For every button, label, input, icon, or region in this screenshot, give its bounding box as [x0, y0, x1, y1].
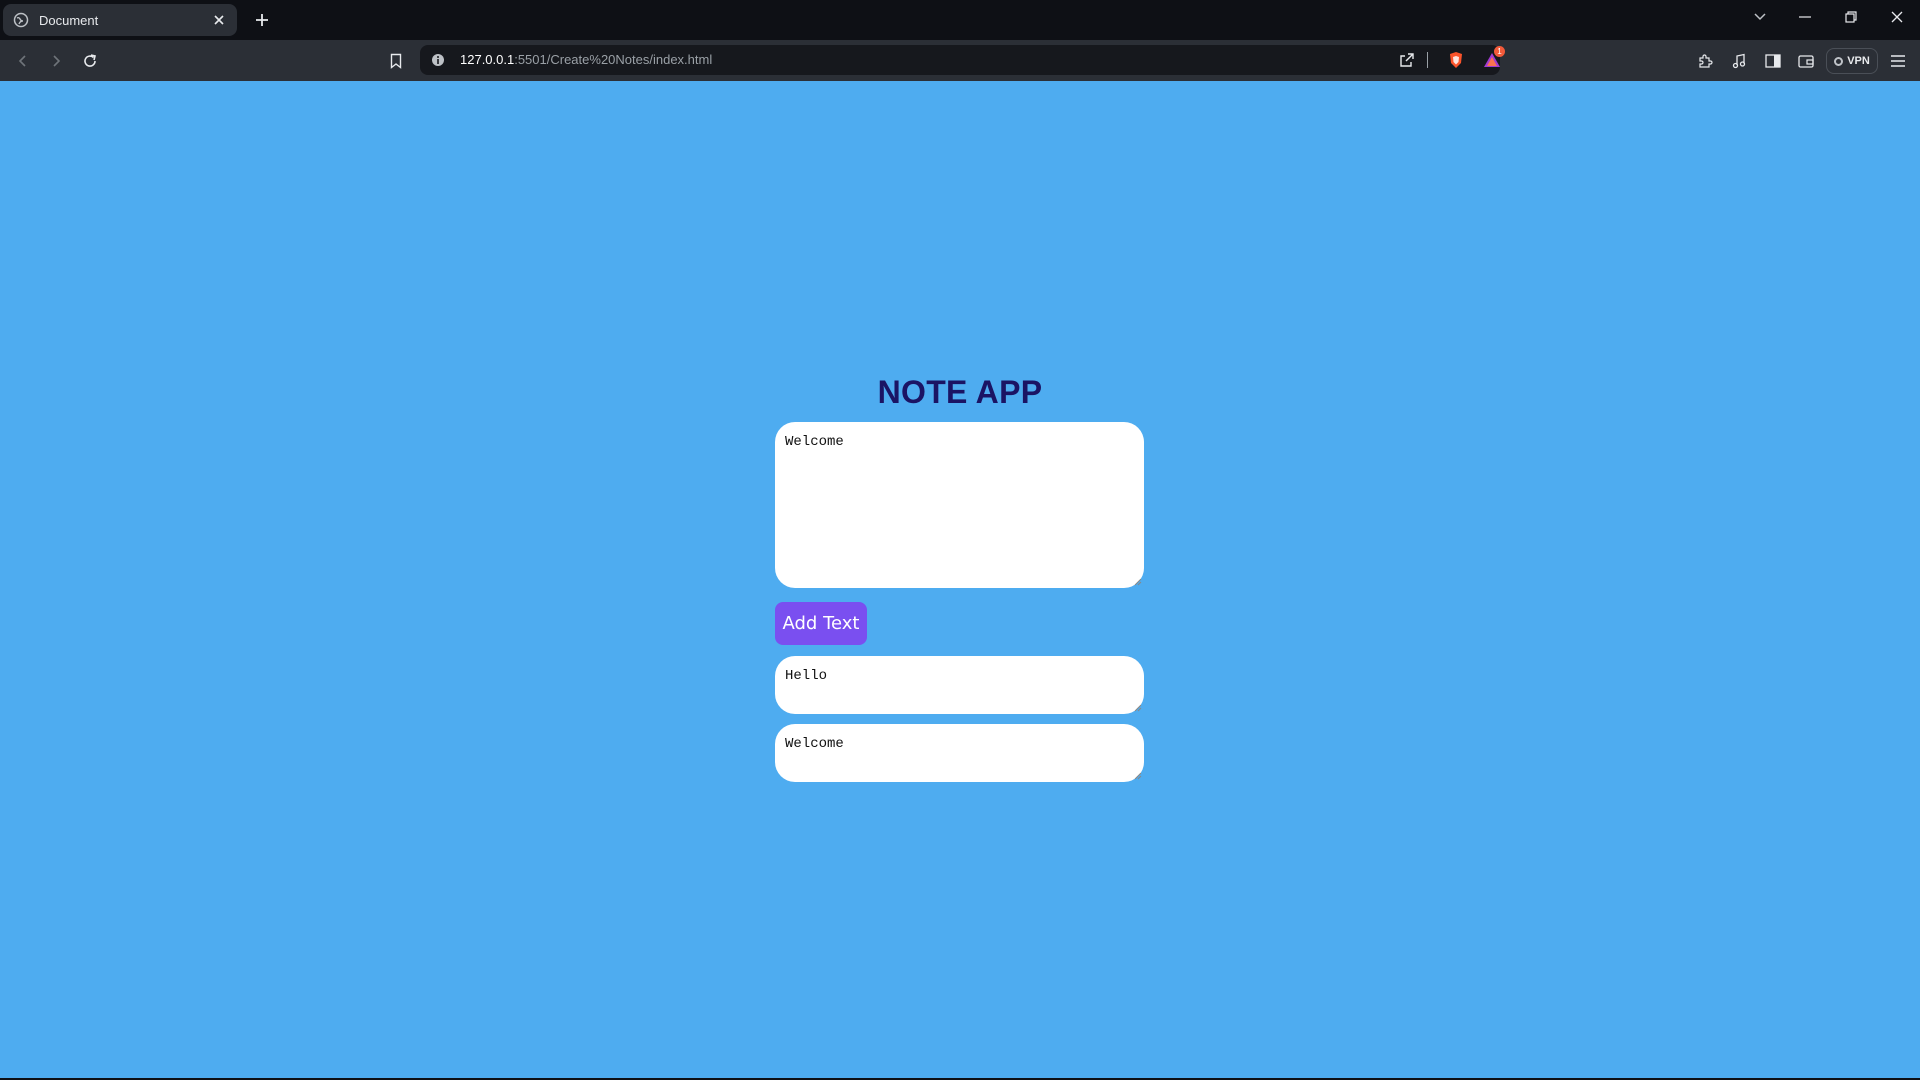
bookmark-icon[interactable]: [385, 50, 407, 72]
sidebar-toggle-icon[interactable]: [1762, 50, 1784, 72]
share-icon[interactable]: [1398, 51, 1416, 69]
rewards-badge: 1: [1494, 46, 1505, 57]
address-bar-divider: [1427, 52, 1428, 68]
vpn-button[interactable]: VPN: [1826, 48, 1878, 74]
media-music-icon[interactable]: [1728, 50, 1750, 72]
brave-shields-icon[interactable]: [1447, 50, 1465, 70]
vpn-label: VPN: [1847, 55, 1870, 67]
forward-arrow-icon[interactable]: [45, 50, 67, 72]
tab-search-chevron-icon[interactable]: [1740, 4, 1780, 30]
note-item-1[interactable]: Hello: [775, 656, 1144, 714]
url-host: 127.0.0.1: [460, 52, 515, 67]
close-window-icon[interactable]: [1877, 4, 1917, 30]
vpn-status-icon: [1834, 56, 1844, 66]
tab-close-icon[interactable]: [211, 12, 227, 28]
browser-toolbar: 127.0.0.1:5501/Create%20Notes/index.html…: [0, 40, 1920, 81]
restore-icon[interactable]: [1831, 4, 1871, 30]
url-path: :5501/Create%20Notes/index.html: [514, 52, 713, 67]
new-tab-plus-icon[interactable]: [252, 10, 272, 30]
site-info-icon[interactable]: [430, 52, 446, 68]
wallet-icon[interactable]: [1795, 50, 1817, 72]
add-text-button[interactable]: Add Text: [775, 602, 867, 645]
address-bar[interactable]: 127.0.0.1:5501/Create%20Notes/index.html…: [420, 45, 1505, 75]
minimize-icon[interactable]: [1785, 4, 1825, 30]
url-text[interactable]: 127.0.0.1:5501/Create%20Notes/index.html: [460, 52, 712, 67]
page-title: NOTE APP: [877, 374, 1043, 410]
main-note-input[interactable]: Welcome: [775, 422, 1144, 588]
reload-icon[interactable]: [79, 50, 101, 72]
back-arrow-icon[interactable]: [12, 50, 34, 72]
note-item-2[interactable]: Welcome: [775, 724, 1144, 782]
browser-tab-document[interactable]: Document: [3, 4, 237, 36]
main-menu-hamburger-icon[interactable]: [1887, 50, 1909, 72]
extensions-puzzle-icon[interactable]: [1694, 50, 1716, 72]
globe-icon: [13, 12, 29, 28]
tab-title: Document: [39, 12, 99, 28]
browser-title-bar: Document: [0, 0, 1920, 40]
brave-rewards-icon[interactable]: 1: [1482, 46, 1505, 70]
